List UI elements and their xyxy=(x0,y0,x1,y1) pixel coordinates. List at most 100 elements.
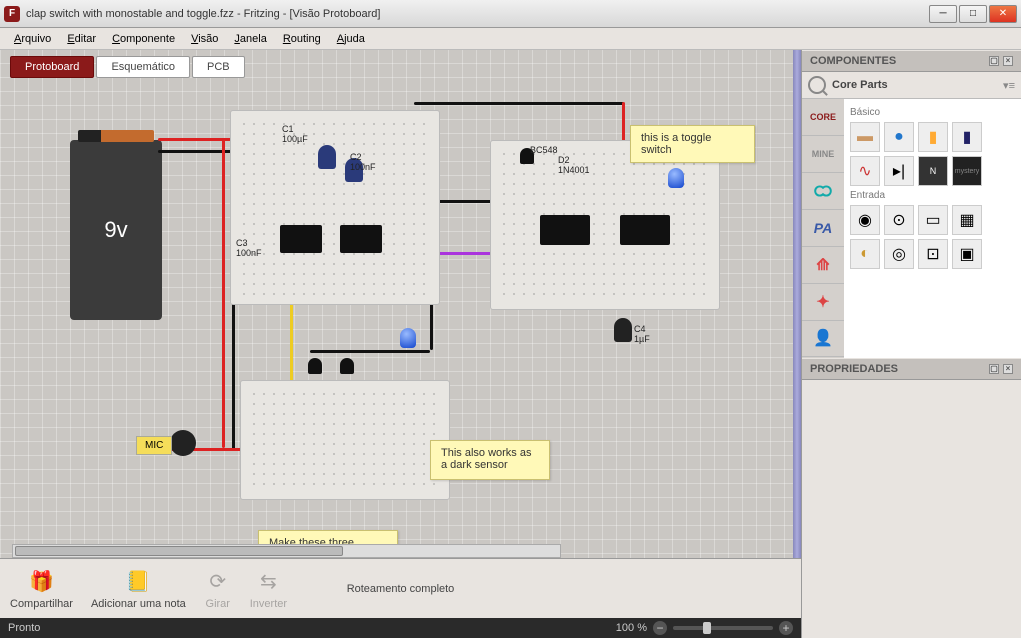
bottom-toolbar: 🎁 Compartilhar 📒 Adicionar uma nota ⟳ Gi… xyxy=(0,558,801,618)
wire-black[interactable] xyxy=(414,102,624,105)
tool-share[interactable]: 🎁 Compartilhar xyxy=(10,568,73,610)
part-transistor[interactable]: N xyxy=(918,156,948,186)
part-dip-switch[interactable]: ▦ xyxy=(952,205,982,235)
led-blue-2[interactable] xyxy=(400,328,416,348)
tool-add-note[interactable]: 📒 Adicionar uma nota xyxy=(91,568,186,610)
note-dark-sensor[interactable]: This also works as a dark sensor xyxy=(430,440,550,480)
menu-componente[interactable]: Componente xyxy=(104,30,183,48)
microphone[interactable] xyxy=(170,430,196,456)
rotate-icon: ⟳ xyxy=(204,568,232,596)
breadboard-2[interactable] xyxy=(490,140,720,310)
ic-chip-1[interactable] xyxy=(280,225,322,253)
part-button-round[interactable]: ◉ xyxy=(850,205,880,235)
label-c2: C2 100nF xyxy=(350,152,376,172)
menu-visao[interactable]: Visão xyxy=(183,30,226,48)
note-icon: 📒 xyxy=(124,568,152,596)
tab-protoboard[interactable]: Protoboard xyxy=(10,56,94,78)
components-title: COMPONENTES xyxy=(810,55,896,67)
window-title: clap switch with monostable and toggle.f… xyxy=(26,8,929,20)
menu-editar[interactable]: Editar xyxy=(59,30,104,48)
maximize-button[interactable]: □ xyxy=(959,5,987,23)
menu-janela[interactable]: Janela xyxy=(226,30,274,48)
search-icon[interactable] xyxy=(808,76,826,94)
wire-black[interactable] xyxy=(310,350,430,353)
tab-schematic[interactable]: Esquemático xyxy=(96,56,190,78)
tool-flip-label: Inverter xyxy=(250,598,287,610)
part-resistor[interactable]: ▬ xyxy=(850,122,880,152)
panel-undock-icon[interactable]: ▢ xyxy=(989,56,999,66)
note-toggle[interactable]: this is a toggle switch xyxy=(630,125,755,163)
horizontal-scrollbar[interactable] xyxy=(12,544,561,558)
panel-close-icon[interactable]: × xyxy=(1003,56,1013,66)
bin-tab-pa[interactable]: PA xyxy=(802,210,844,247)
battery-9v[interactable]: 9v xyxy=(70,140,162,320)
zoom-slider[interactable] xyxy=(673,626,773,630)
status-bar: Pronto 100 % − + xyxy=(0,618,801,638)
breadboard-3[interactable] xyxy=(240,380,450,500)
part-potentiometer[interactable]: ◐ xyxy=(850,239,880,269)
ic-chip-2[interactable] xyxy=(340,225,382,253)
title-bar: F clap switch with monostable and toggle… xyxy=(0,0,1021,28)
transistor-n2[interactable] xyxy=(340,358,354,374)
part-joystick[interactable]: ⊙ xyxy=(884,205,914,235)
bin-tab-core[interactable]: CORE xyxy=(802,99,844,136)
properties-body xyxy=(802,380,1021,638)
panel-splitter[interactable] xyxy=(793,50,801,638)
transistor-n1[interactable] xyxy=(308,358,322,374)
parts-menu-icon[interactable]: ▾≡ xyxy=(1003,79,1015,92)
ic-chip-3[interactable] xyxy=(540,215,590,245)
part-diode[interactable]: ▸| xyxy=(884,156,914,186)
part-capacitor-ceramic[interactable]: ● xyxy=(884,122,914,152)
panel-undock-icon[interactable]: ▢ xyxy=(989,364,999,374)
part-tactile[interactable]: ⊡ xyxy=(918,239,948,269)
part-capacitor-electro[interactable]: ▮ xyxy=(952,122,982,152)
menu-arquivo[interactable]: Arquivo xyxy=(6,30,59,48)
label-c3: C3 100nF xyxy=(236,238,262,258)
ic-chip-4[interactable] xyxy=(620,215,670,245)
part-encoder[interactable]: ◎ xyxy=(884,239,914,269)
panel-close-icon[interactable]: × xyxy=(1003,364,1013,374)
zoom-slider-thumb[interactable] xyxy=(703,622,711,634)
part-pushbutton[interactable]: ▣ xyxy=(952,239,982,269)
app-icon: F xyxy=(4,6,20,22)
menu-ajuda[interactable]: Ajuda xyxy=(329,30,373,48)
part-inductor[interactable]: ∿ xyxy=(850,156,880,186)
properties-header: PROPRIEDADES ▢ × xyxy=(802,358,1021,380)
minimize-button[interactable]: ─ xyxy=(929,5,957,23)
status-ready: Pronto xyxy=(8,622,40,634)
scrollbar-thumb[interactable] xyxy=(15,546,343,556)
zoom-in-button[interactable]: + xyxy=(779,621,793,635)
tool-share-label: Compartilhar xyxy=(10,598,73,610)
breadboard-1[interactable] xyxy=(230,110,440,305)
bin-tab-user[interactable]: 👤 xyxy=(802,321,844,358)
led-blue-1[interactable] xyxy=(668,168,684,188)
bin-tab-contrib[interactable]: ✦ xyxy=(802,284,844,321)
wire-red[interactable] xyxy=(222,138,225,448)
tab-pcb[interactable]: PCB xyxy=(192,56,245,78)
tool-rotate-label: Girar xyxy=(206,598,230,610)
wire-red[interactable] xyxy=(158,138,238,141)
bin-tabs: CORE MINE PA ⟰ ✦ 👤 xyxy=(802,99,844,358)
zoom-out-button[interactable]: − xyxy=(653,621,667,635)
capacitor-c4[interactable] xyxy=(614,318,632,342)
bin-tab-mine[interactable]: MINE xyxy=(802,136,844,173)
bin-tab-arduino[interactable] xyxy=(802,173,844,210)
view-tabs: Protoboard Esquemático PCB xyxy=(10,56,247,78)
part-mystery[interactable]: mystery xyxy=(952,156,982,186)
menu-routing[interactable]: Routing xyxy=(275,30,329,48)
capacitor-c1[interactable] xyxy=(318,145,336,169)
label-d2: D2 1N4001 xyxy=(558,155,590,175)
parts-search-row: Core Parts ▾≡ xyxy=(802,72,1021,99)
core-parts-title: Core Parts xyxy=(832,79,888,91)
label-c4: C4 1µF xyxy=(634,324,650,344)
part-capacitor-tantalum[interactable]: ▮ xyxy=(918,122,948,152)
tool-note-label: Adicionar uma nota xyxy=(91,598,186,610)
label-mic: MIC xyxy=(136,436,172,455)
part-slide-switch[interactable]: ▭ xyxy=(918,205,948,235)
label-bc548: BC548 xyxy=(530,145,558,155)
wire-black[interactable] xyxy=(158,150,238,153)
side-panel: COMPONENTES ▢ × Core Parts ▾≡ CORE MINE … xyxy=(801,50,1021,638)
bin-tab-sparkfun[interactable]: ⟰ xyxy=(802,247,844,284)
close-button[interactable]: ✕ xyxy=(989,5,1017,23)
flip-icon: ⇆ xyxy=(254,568,282,596)
